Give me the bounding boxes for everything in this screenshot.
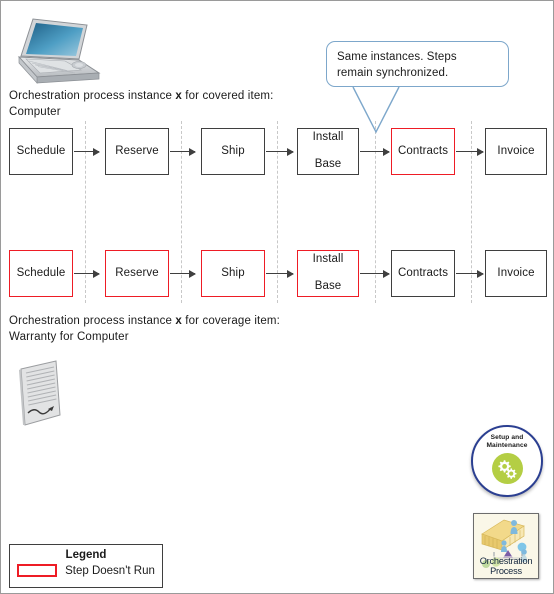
setup-badge-line-2: Maintenance [486, 442, 528, 450]
lane-separator [471, 121, 472, 303]
legend-entry: Step Doesn't Run [10, 564, 162, 577]
step-box-ship-row1[interactable]: Ship [201, 128, 265, 175]
diagram-canvas: Orchestration process instance x for cov… [0, 0, 554, 594]
step-label-line2: Base [314, 280, 342, 293]
covered-item-caption: Orchestration process instance x for cov… [9, 89, 329, 120]
laptop-icon [9, 9, 105, 85]
step-box-schedule-row1[interactable]: Schedule [9, 128, 73, 175]
orchestration-tile-line-2: Process [490, 565, 522, 576]
connector-arrow [360, 151, 389, 153]
callout-line-2: remain synchronized. [337, 66, 449, 79]
step-box-invoice-row2[interactable]: Invoice [485, 250, 547, 297]
document-icon [15, 359, 67, 431]
step-label-line1: Install [312, 253, 344, 266]
lane-separator [85, 121, 86, 303]
setup-and-maintenance-badge[interactable]: Setup and Maintenance [471, 425, 543, 497]
setup-badge-line-1: Setup and [490, 434, 524, 441]
step-box-contracts-row1[interactable]: Contracts [391, 128, 455, 175]
step-label: Reserve [115, 266, 159, 279]
step-label: Invoice [497, 266, 535, 279]
step-label: Schedule [16, 144, 66, 157]
legend: Legend Step Doesn't Run [9, 544, 163, 588]
connector-arrow [170, 151, 195, 153]
step-label-line1: Install [312, 131, 344, 144]
step-label: Contracts [397, 144, 449, 157]
step-label: Invoice [497, 144, 535, 157]
step-label: Schedule [16, 266, 66, 279]
step-box-invoice-row1[interactable]: Invoice [485, 128, 547, 175]
orchestration-process-tile[interactable]: Orchestration Process [473, 513, 539, 579]
connector-arrow [266, 273, 293, 275]
connector-arrow [74, 151, 99, 153]
step-box-install-base-row2[interactable]: Install Base [297, 250, 359, 297]
connector-arrow [456, 151, 483, 153]
coverage-item-caption: Orchestration process instance x for cov… [9, 314, 339, 345]
step-box-ship-row2[interactable]: Ship [201, 250, 265, 297]
legend-entry-label: Step Doesn't Run [65, 564, 155, 577]
callout-line-1: Same instances. Steps [337, 51, 457, 63]
connector-arrow [74, 273, 99, 275]
connector-arrow [360, 273, 389, 275]
caption-prefix: Orchestration process instance [9, 90, 176, 102]
step-box-reserve-row1[interactable]: Reserve [105, 128, 169, 175]
step-label: Contracts [397, 266, 449, 279]
step-label: Ship [221, 266, 245, 279]
step-label: Reserve [115, 144, 159, 157]
step-box-schedule-row2[interactable]: Schedule [9, 250, 73, 297]
step-box-install-base-row1[interactable]: Install Base [297, 128, 359, 175]
lane-separator [181, 121, 182, 303]
connector-arrow [456, 273, 483, 275]
connector-arrow [170, 273, 195, 275]
connector-arrow [266, 151, 293, 153]
legend-swatch-step-doesnt-run [17, 564, 58, 577]
legend-title: Legend [65, 549, 107, 561]
step-label: Ship [221, 144, 245, 157]
step-box-reserve-row2[interactable]: Reserve [105, 250, 169, 297]
caption-prefix: Orchestration process instance [9, 315, 176, 327]
step-label-line2: Base [314, 158, 342, 171]
gears-icon [491, 452, 523, 484]
lane-separator [375, 121, 376, 303]
lane-separator [277, 121, 278, 303]
step-box-contracts-row2[interactable]: Contracts [391, 250, 455, 297]
callout-same-instances: Same instances. Steps remain synchronize… [326, 41, 509, 87]
